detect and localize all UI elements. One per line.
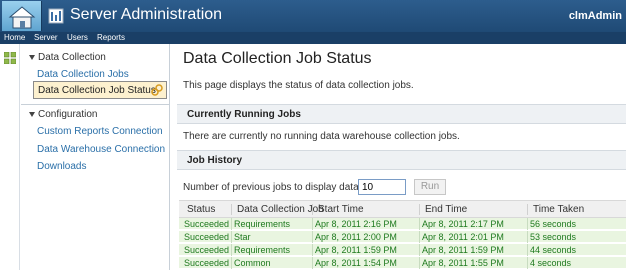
- time-taken-cell: 53 seconds: [527, 231, 576, 243]
- job-cell: Common: [231, 257, 271, 269]
- top-nav: Home Server Users Reports: [0, 32, 626, 44]
- nav-server[interactable]: Server: [34, 32, 58, 44]
- sidebar-item-data-collection-job-status[interactable]: Data Collection Job Status: [33, 81, 167, 99]
- jobs-count-label: Number of previous jobs to display data …: [183, 182, 374, 193]
- column-header-time-taken[interactable]: Time Taken: [527, 204, 584, 215]
- status-cell: Succeeded: [184, 245, 230, 255]
- expand-arrow-icon: [29, 55, 35, 60]
- sidebar-section-data-collection[interactable]: Data Collection: [21, 48, 170, 68]
- end-time-cell: Apr 8, 2011 1:59 PM: [419, 244, 504, 256]
- nav-reports[interactable]: Reports: [97, 32, 125, 44]
- section-title: Job History: [187, 155, 243, 166]
- grid-view-icon[interactable]: [4, 52, 16, 64]
- column-header-job[interactable]: Data Collection Job: [231, 204, 324, 215]
- sidebar-item-downloads[interactable]: Downloads: [37, 161, 86, 172]
- sidebar-item-data-collection-jobs[interactable]: Data Collection Jobs: [37, 69, 129, 80]
- link-icon: [151, 84, 163, 96]
- app-title: Server Administration: [70, 6, 223, 23]
- top-banner: Server Administration clmAdmin: [0, 0, 626, 32]
- start-time-cell: Apr 8, 2011 2:00 PM: [312, 231, 397, 243]
- running-jobs-header: Currently Running Jobs: [177, 104, 626, 124]
- sidebar: Data Collection Data Collection Jobs Dat…: [21, 44, 170, 270]
- server-admin-icon: [48, 8, 64, 24]
- page-title: Data Collection Job Status: [183, 50, 372, 67]
- expand-arrow-icon: [29, 112, 35, 117]
- table-row[interactable]: Succeeded Star Apr 8, 2011 2:00 PM Apr 8…: [179, 231, 626, 243]
- time-taken-cell: 4 seconds: [527, 257, 571, 269]
- table-header: Status Data Collection Job Start Time En…: [179, 200, 626, 218]
- column-header-end-time[interactable]: End Time: [419, 204, 467, 215]
- job-cell: Requirements: [231, 218, 290, 230]
- sidebar-item-custom-reports-connection[interactable]: Custom Reports Connection: [37, 126, 163, 137]
- no-running-jobs-message: There are currently no running data ware…: [183, 131, 460, 142]
- time-taken-cell: 56 seconds: [527, 218, 576, 230]
- status-cell: Succeeded: [184, 232, 230, 242]
- jobs-count-input[interactable]: [358, 179, 406, 195]
- run-button[interactable]: Run: [414, 179, 446, 195]
- sidebar-section-title: Configuration: [38, 109, 98, 120]
- page-description: This page displays the status of data co…: [183, 80, 414, 91]
- table-row[interactable]: Succeeded Requirements Apr 8, 2011 1:59 …: [179, 244, 626, 256]
- user-name[interactable]: clmAdmin: [569, 10, 622, 22]
- nav-users[interactable]: Users: [67, 32, 88, 44]
- sidebar-section-configuration[interactable]: Configuration: [21, 104, 170, 124]
- main-content: Data Collection Job Status This page dis…: [171, 44, 626, 270]
- column-header-start-time[interactable]: Start Time: [312, 204, 364, 215]
- left-rail: [0, 44, 20, 270]
- start-time-cell: Apr 8, 2011 1:59 PM: [312, 244, 397, 256]
- sidebar-section-title: Data Collection: [38, 52, 106, 63]
- job-history-header: Job History: [177, 150, 626, 170]
- end-time-cell: Apr 8, 2011 2:17 PM: [419, 218, 504, 230]
- time-taken-cell: 44 seconds: [527, 244, 576, 256]
- sidebar-item-data-warehouse-connection[interactable]: Data Warehouse Connection: [37, 144, 165, 155]
- end-time-cell: Apr 8, 2011 1:55 PM: [419, 257, 504, 269]
- status-cell: Succeeded: [184, 219, 230, 229]
- job-cell: Requirements: [231, 244, 290, 256]
- start-time-cell: Apr 8, 2011 2:16 PM: [312, 218, 397, 230]
- table-row[interactable]: Succeeded Requirements Apr 8, 2011 2:16 …: [179, 218, 626, 230]
- nav-home[interactable]: Home: [4, 32, 25, 44]
- table-row[interactable]: Succeeded Common Apr 8, 2011 1:54 PM Apr…: [179, 257, 626, 269]
- section-title: Currently Running Jobs: [187, 109, 301, 120]
- end-time-cell: Apr 8, 2011 2:01 PM: [419, 231, 504, 243]
- job-cell: Star: [231, 231, 251, 243]
- start-time-cell: Apr 8, 2011 1:54 PM: [312, 257, 397, 269]
- sidebar-item-label: Data Collection Job Status: [38, 85, 156, 96]
- column-header-status[interactable]: Status: [187, 204, 215, 215]
- house-logo-icon: [2, 1, 42, 31]
- status-cell: Succeeded: [184, 258, 230, 268]
